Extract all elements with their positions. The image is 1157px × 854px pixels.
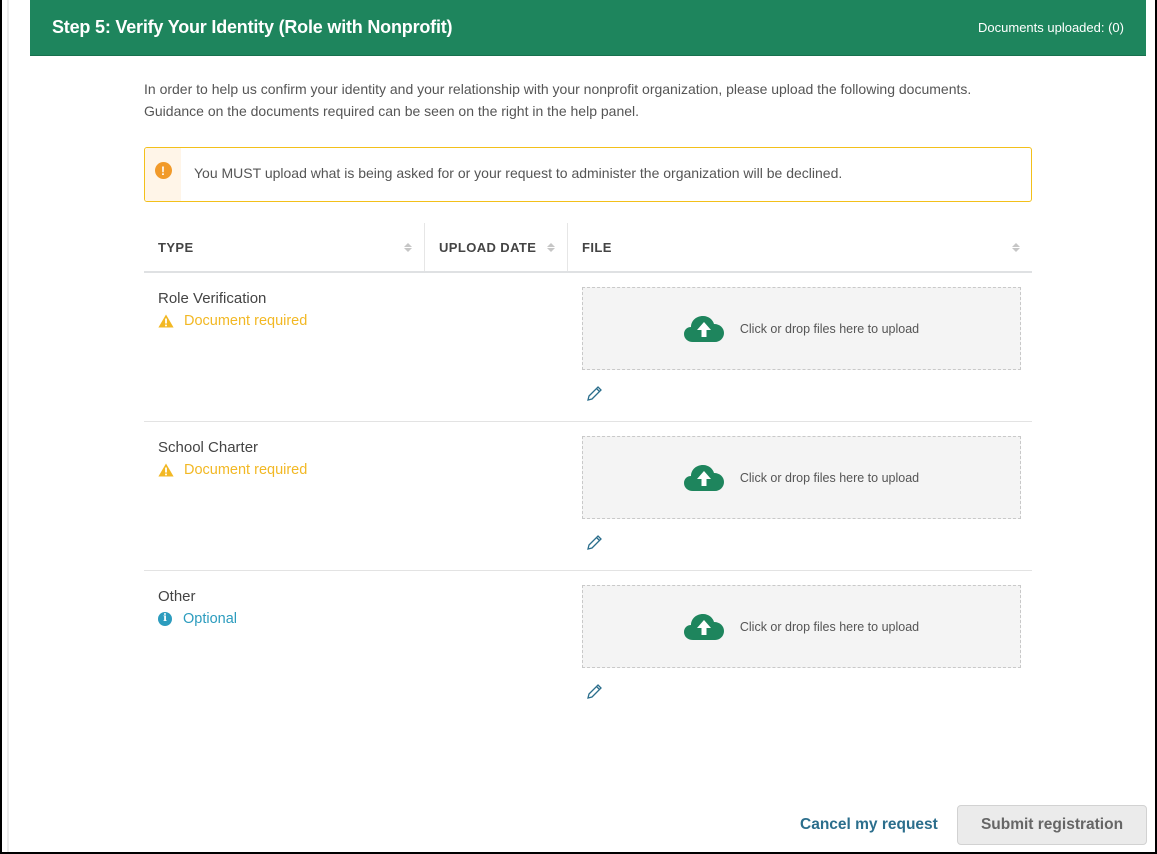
page: Step 5: Verify Your Identity (Role with … xyxy=(2,0,1155,852)
document-type: Other xyxy=(158,588,196,605)
file-dropzone[interactable]: Click or drop files here to upload xyxy=(582,436,1021,519)
status-label: Document required xyxy=(184,462,308,478)
column-label: UPLOAD DATE xyxy=(439,239,537,255)
table-header: TYPE UPLOAD DATE FILE xyxy=(144,223,1032,273)
info-circle-icon: i xyxy=(158,612,172,626)
warning-triangle-icon xyxy=(158,314,174,328)
edit-pencil-icon[interactable] xyxy=(586,683,603,700)
cloud-upload-icon xyxy=(683,315,724,342)
file-cell: Click or drop files here to upload xyxy=(568,422,1032,570)
type-cell: School Charter Document required xyxy=(144,422,568,570)
file-dropzone[interactable]: Click or drop files here to upload xyxy=(582,287,1021,370)
status-label: Document required xyxy=(184,313,308,329)
column-header-upload-date[interactable]: UPLOAD DATE xyxy=(425,223,568,271)
document-status: Document required xyxy=(158,459,568,481)
type-cell: Role Verification Document required xyxy=(144,273,568,421)
dropzone-label: Click or drop files here to upload xyxy=(739,321,920,336)
document-type: Role Verification xyxy=(158,290,267,307)
documents-uploaded-count: Documents uploaded: (0) xyxy=(978,20,1124,35)
status-label: Optional xyxy=(183,611,238,627)
cloud-upload-icon xyxy=(683,613,724,640)
step-title: Step 5: Verify Your Identity (Role with … xyxy=(52,17,453,37)
alert-icon-column: ! xyxy=(145,148,181,201)
left-divider xyxy=(7,0,9,852)
exclamation-circle-icon: ! xyxy=(154,162,172,179)
edit-pencil-icon[interactable] xyxy=(586,534,603,551)
file-dropzone[interactable]: Click or drop files here to upload xyxy=(582,585,1021,668)
documents-table: TYPE UPLOAD DATE FILE Role Verification … xyxy=(144,223,1032,720)
file-cell: Click or drop files here to upload xyxy=(568,571,1032,720)
column-label: FILE xyxy=(582,239,612,255)
table-row: Role Verification Document required Clic… xyxy=(144,273,1032,422)
submit-registration-button[interactable]: Submit registration xyxy=(957,805,1147,845)
warning-alert: ! You MUST upload what is being asked fo… xyxy=(144,147,1032,202)
document-type: School Charter xyxy=(158,439,259,456)
step-header: Step 5: Verify Your Identity (Role with … xyxy=(30,0,1146,56)
cloud-upload-icon xyxy=(683,464,724,491)
column-header-file[interactable]: FILE xyxy=(568,223,1032,271)
dropzone-label: Click or drop files here to upload xyxy=(739,470,920,485)
document-status: i Optional xyxy=(158,608,568,630)
document-status: Document required xyxy=(158,310,568,332)
intro-text: In order to help us confirm your identit… xyxy=(144,81,972,119)
column-header-type[interactable]: TYPE xyxy=(144,223,425,271)
table-row: School Charter Document required Click o… xyxy=(144,422,1032,571)
dropzone-label: Click or drop files here to upload xyxy=(739,619,920,634)
sort-icon[interactable] xyxy=(1012,242,1020,252)
table-row: Other i Optional Click or drop files her… xyxy=(144,571,1032,720)
sort-icon[interactable] xyxy=(547,242,555,252)
cancel-request-link[interactable]: Cancel my request xyxy=(800,816,938,834)
edit-pencil-icon[interactable] xyxy=(586,385,603,402)
file-cell: Click or drop files here to upload xyxy=(568,273,1032,421)
column-label: TYPE xyxy=(158,239,194,255)
sort-icon[interactable] xyxy=(404,242,412,252)
warning-triangle-icon xyxy=(158,463,174,477)
type-cell: Other i Optional xyxy=(144,571,568,720)
alert-message: You MUST upload what is being asked for … xyxy=(194,164,843,181)
